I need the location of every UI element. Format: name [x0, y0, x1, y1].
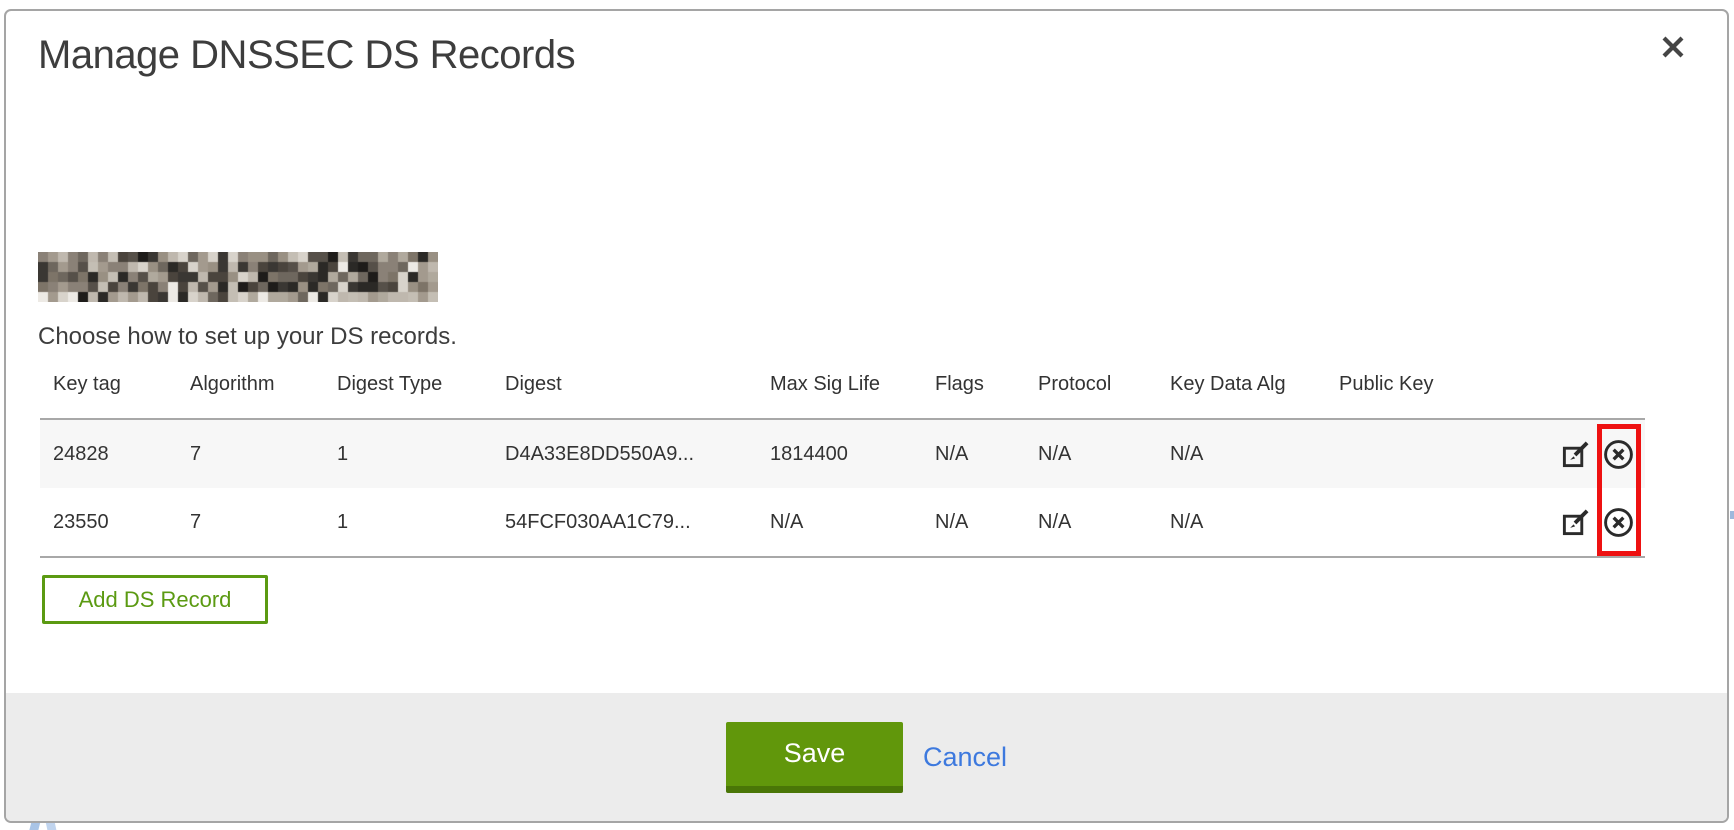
cell-key-data-alg: N/A — [1157, 488, 1326, 557]
edit-record-button[interactable] — [1561, 440, 1590, 469]
dnssec-ds-records-dialog: Manage DNSSEC DS Records Choose how to s… — [4, 9, 1729, 823]
cell-max-sig-life: N/A — [757, 488, 922, 557]
col-header-digest-type: Digest Type — [324, 373, 492, 419]
cell-actions — [1537, 488, 1645, 557]
background-page-sliver — [1730, 511, 1734, 519]
cell-key-tag: 24828 — [40, 419, 177, 488]
delete-record-button[interactable] — [1602, 506, 1635, 539]
dialog-title: Manage DNSSEC DS Records — [38, 33, 575, 78]
col-header-protocol: Protocol — [1025, 373, 1157, 419]
col-header-key-data-alg: Key Data Alg — [1157, 373, 1326, 419]
cell-protocol: N/A — [1025, 419, 1157, 488]
cell-actions — [1537, 419, 1645, 488]
cell-algorithm: 7 — [177, 488, 324, 557]
ds-records-table: Key tag Algorithm Digest Type Digest Max… — [40, 373, 1645, 558]
cell-digest: 54FCF030AA1C79... — [492, 488, 757, 557]
cell-public-key — [1326, 488, 1537, 557]
instruction-text: Choose how to set up your DS records. — [38, 323, 457, 351]
cell-digest-type: 1 — [324, 488, 492, 557]
edit-icon — [1561, 457, 1590, 472]
table-row: 23550 7 1 54FCF030AA1C79... N/A N/A N/A … — [40, 488, 1645, 557]
cell-key-data-alg: N/A — [1157, 419, 1326, 488]
dialog-footer: Save Cancel — [6, 693, 1727, 821]
col-header-digest: Digest — [492, 373, 757, 419]
cell-key-tag: 23550 — [40, 488, 177, 557]
cell-digest-type: 1 — [324, 419, 492, 488]
col-header-max-sig-life: Max Sig Life — [757, 373, 922, 419]
close-icon — [1658, 50, 1688, 65]
cell-algorithm: 7 — [177, 419, 324, 488]
cell-public-key — [1326, 419, 1537, 488]
delete-circle-x-icon — [1602, 527, 1635, 542]
cell-protocol: N/A — [1025, 488, 1157, 557]
col-header-key-tag: Key tag — [40, 373, 177, 419]
close-button[interactable] — [1654, 29, 1692, 67]
save-button[interactable]: Save — [726, 722, 903, 793]
edit-record-button[interactable] — [1561, 508, 1590, 537]
cancel-link[interactable]: Cancel — [923, 742, 1007, 773]
col-header-algorithm: Algorithm — [177, 373, 324, 419]
domain-name-redacted — [38, 252, 438, 302]
table-row: 24828 7 1 D4A33E8DD550A9... 1814400 N/A … — [40, 419, 1645, 488]
cell-max-sig-life: 1814400 — [757, 419, 922, 488]
table-header-row: Key tag Algorithm Digest Type Digest Max… — [40, 373, 1645, 419]
edit-icon — [1561, 525, 1590, 540]
col-header-actions — [1537, 373, 1645, 419]
delete-record-button[interactable] — [1602, 438, 1635, 471]
col-header-flags: Flags — [922, 373, 1025, 419]
col-header-public-key: Public Key — [1326, 373, 1537, 419]
delete-circle-x-icon — [1602, 459, 1635, 474]
add-ds-record-button[interactable]: Add DS Record — [42, 575, 268, 624]
cell-flags: N/A — [922, 419, 1025, 488]
cell-flags: N/A — [922, 488, 1025, 557]
cell-digest: D4A33E8DD550A9... — [492, 419, 757, 488]
